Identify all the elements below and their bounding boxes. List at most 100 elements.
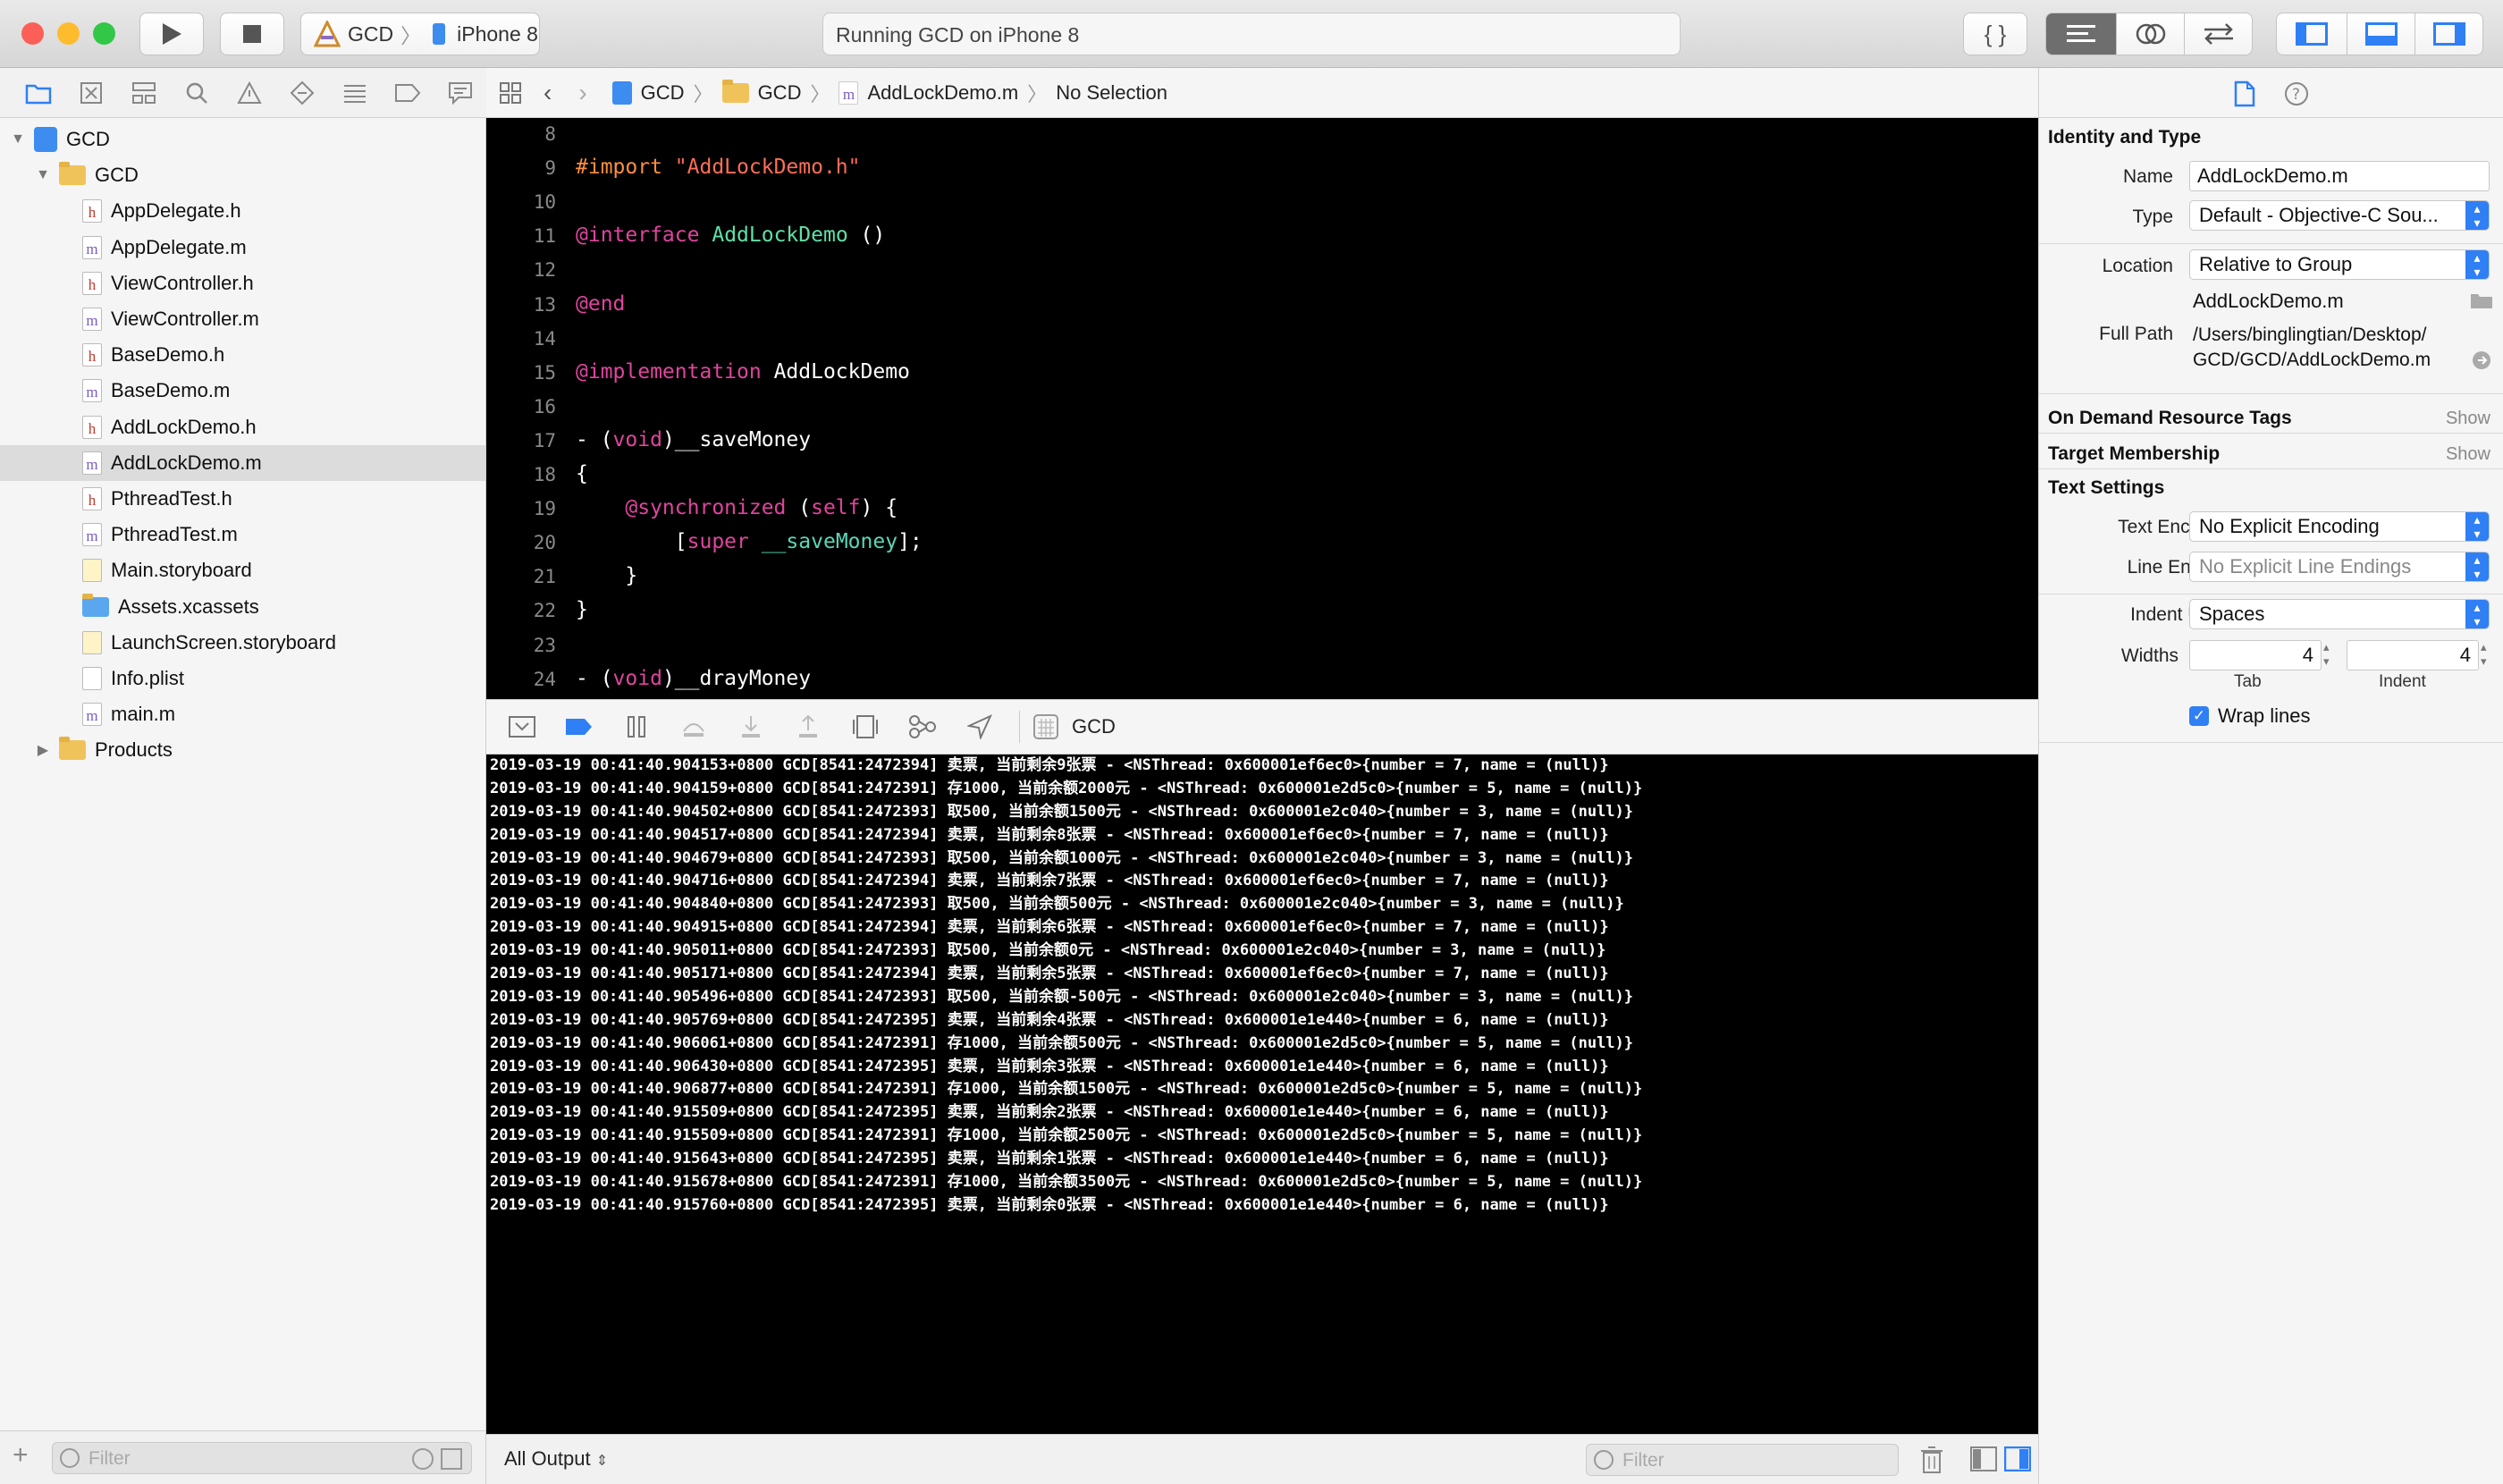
text-encoding-popup[interactable]: No Explicit Encoding ▴ ▾ xyxy=(2189,511,2490,542)
line-endings-popup[interactable]: No Explicit Line Endings ▴ ▾ xyxy=(2189,552,2490,582)
navigator-item[interactable]: Main.storyboard xyxy=(0,552,485,588)
help-icon[interactable]: ? xyxy=(2284,81,2309,106)
toggle-navigator-button[interactable] xyxy=(2277,13,2347,55)
navigator-item[interactable]: h PthreadTest.h xyxy=(0,481,485,517)
tab-width-field[interactable]: 4 xyxy=(2189,640,2322,670)
navigator-item[interactable]: Assets.xcassets xyxy=(0,589,485,625)
code-line[interactable]: [super __saveMoney]; xyxy=(576,530,923,553)
location-popup[interactable]: Relative to Group ▴ ▾ xyxy=(2189,249,2490,280)
zoom-window-button[interactable] xyxy=(93,22,115,45)
recent-files-icon[interactable] xyxy=(412,1448,434,1470)
code-line[interactable]: #import "AddLockDemo.h" xyxy=(576,156,861,179)
source-control-filter-icon[interactable] xyxy=(441,1448,462,1470)
pause-button[interactable] xyxy=(610,707,663,746)
debug-process-label[interactable]: GCD xyxy=(1072,715,1116,738)
code-line[interactable]: } xyxy=(576,598,588,621)
arrows-swap-icon xyxy=(2204,23,2233,45)
navigator-item[interactable]: h ViewController.h xyxy=(0,266,485,301)
code-line[interactable]: - (void)__drayMoney xyxy=(576,667,811,690)
test-navigator-tab[interactable] xyxy=(275,75,328,111)
file-inspector-icon[interactable] xyxy=(2234,80,2255,107)
indent-width-stepper[interactable]: ▴ ▾ xyxy=(2481,640,2497,670)
navigator-item[interactable]: ▶ Products xyxy=(0,732,485,768)
standard-editor-button[interactable] xyxy=(2046,13,2116,55)
issue-navigator-tab[interactable] xyxy=(223,75,276,111)
indent-using-popup[interactable]: Spaces ▴ ▾ xyxy=(2189,599,2490,629)
navigator-item[interactable]: m main.m xyxy=(0,696,485,732)
assistant-editor-button[interactable] xyxy=(2116,13,2184,55)
show-variables-view-icon[interactable] xyxy=(1970,1446,1997,1471)
type-popup[interactable]: Default - Objective-C Sou... ▴ ▾ xyxy=(2189,200,2490,231)
report-navigator-tab[interactable] xyxy=(434,75,486,111)
name-field[interactable]: AddLockDemo.m xyxy=(2189,161,2490,191)
breakpoint-navigator-tab[interactable] xyxy=(381,75,434,111)
source-editor[interactable]: 8 9 #import "AddLockDemo.h" 10 11 @interface … xyxy=(486,118,2038,699)
folder-icon[interactable] xyxy=(2470,291,2493,309)
navigator-item[interactable]: h AddLockDemo.h xyxy=(0,409,485,445)
step-over-button[interactable] xyxy=(667,707,721,746)
step-into-button[interactable] xyxy=(724,707,778,746)
hide-debug-area-button[interactable] xyxy=(495,707,549,746)
navigator-item[interactable]: m BaseDemo.m xyxy=(0,373,485,409)
navigator-item[interactable]: h AppDelegate.h xyxy=(0,193,485,229)
symbol-navigator-tab[interactable] xyxy=(118,75,171,111)
code-line[interactable]: @synchronized (self) { xyxy=(576,496,898,519)
navigator-item[interactable]: m AppDelegate.m xyxy=(0,230,485,266)
tab-width-stepper[interactable]: ▴ ▾ xyxy=(2323,640,2339,670)
code-line[interactable]: @interface AddLockDemo () xyxy=(576,223,885,247)
find-navigator-tab[interactable] xyxy=(171,75,223,111)
code-line[interactable]: @implementation AddLockDemo xyxy=(576,360,910,384)
disclosure-collapsed-icon[interactable]: ▶ xyxy=(34,741,52,759)
navigator-item[interactable]: m AddLockDemo.m xyxy=(0,444,485,481)
minimize-window-button[interactable] xyxy=(57,22,80,45)
console-output[interactable]: 2019-03-19 00:41:40.904153+0800 GCD[8541… xyxy=(486,755,2038,1434)
jumpbar-group[interactable]: GCD xyxy=(758,81,802,105)
reveal-in-finder-icon[interactable] xyxy=(2472,350,2491,370)
jumpbar-selection[interactable]: No Selection xyxy=(1056,81,1167,105)
navigator-item[interactable]: m PthreadTest.m xyxy=(0,517,485,552)
navigator-item[interactable]: LaunchScreen.storyboard xyxy=(0,625,485,661)
close-window-button[interactable] xyxy=(21,22,44,45)
navigator-item[interactable]: h BaseDemo.h xyxy=(0,337,485,373)
related-items-icon[interactable] xyxy=(499,81,524,105)
scheme-selector[interactable]: GCD 〉 iPhone 8 xyxy=(300,13,540,55)
output-selector[interactable]: All Output ⇕ xyxy=(504,1447,608,1471)
code-line[interactable]: } xyxy=(576,564,637,587)
source-control-navigator-tab[interactable] xyxy=(65,75,118,111)
stop-button[interactable] xyxy=(220,13,284,55)
memory-graph-button[interactable] xyxy=(896,707,949,746)
toggle-inspector-button[interactable] xyxy=(2415,13,2482,55)
indent-width-field[interactable]: 4 xyxy=(2347,640,2479,670)
disclosure-expanded-icon[interactable]: ▼ xyxy=(34,167,52,183)
odr-show-button[interactable]: Show xyxy=(2446,409,2490,429)
trash-icon[interactable] xyxy=(1920,1446,1943,1474)
view-debugger-button[interactable] xyxy=(839,707,892,746)
console-filter-field[interactable]: Filter xyxy=(1586,1444,1899,1476)
run-button[interactable] xyxy=(139,13,204,55)
code-line[interactable]: - (void)__saveMoney xyxy=(576,428,811,451)
wrap-lines-checkbox[interactable]: ✓ Wrap lines xyxy=(2189,704,2311,728)
navigator-item[interactable]: ▼ GCD xyxy=(0,122,485,157)
version-editor-button[interactable] xyxy=(2184,13,2252,55)
toggle-debug-area-button[interactable] xyxy=(2347,13,2415,55)
jumpbar-file[interactable]: AddLockDemo.m xyxy=(867,81,1018,105)
debug-navigator-tab[interactable] xyxy=(328,75,381,111)
show-console-view-icon[interactable] xyxy=(2004,1446,2031,1471)
code-line[interactable]: @end xyxy=(576,292,625,316)
navigator-item[interactable]: Info.plist xyxy=(0,661,485,696)
simulate-location-button[interactable] xyxy=(953,707,1007,746)
forward-arrow-icon[interactable]: › xyxy=(578,79,586,107)
project-navigator-tab[interactable] xyxy=(13,75,65,111)
library-button[interactable]: { } xyxy=(1963,13,2027,55)
breakpoints-toggle-button[interactable] xyxy=(552,707,606,746)
back-arrow-icon[interactable]: ‹ xyxy=(544,79,552,107)
jumpbar-project[interactable]: GCD xyxy=(641,81,685,105)
step-out-button[interactable] xyxy=(781,707,835,746)
add-icon[interactable]: + xyxy=(13,1442,29,1469)
target-show-button[interactable]: Show xyxy=(2446,444,2490,465)
code-line[interactable]: { xyxy=(576,462,588,485)
disclosure-expanded-icon[interactable]: ▼ xyxy=(9,131,27,148)
navigator-filter-field[interactable]: Filter xyxy=(52,1442,472,1474)
navigator-item[interactable]: ▼ GCD xyxy=(0,157,485,193)
navigator-item[interactable]: m ViewController.m xyxy=(0,301,485,337)
